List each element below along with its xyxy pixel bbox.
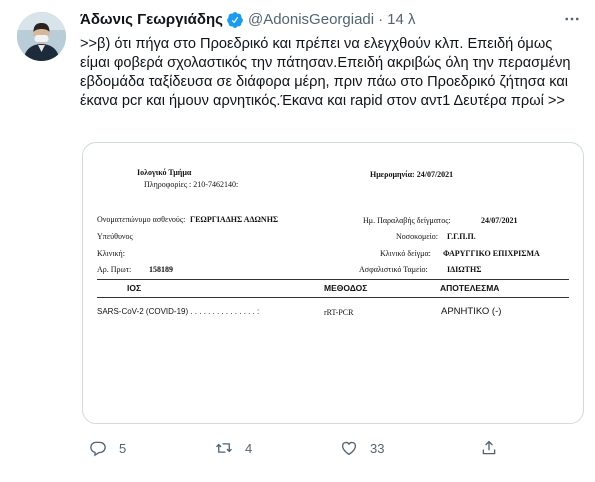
doc-received-label: Ημ. Παραλαβής δείγματος:: [363, 216, 451, 225]
tweet-header: Άδωνις Γεωργιάδης @AdonisGeorgiadi · 14 …: [80, 11, 415, 29]
retweet-icon: [216, 443, 232, 453]
share-icon: [482, 440, 496, 455]
tweet[interactable]: Άδωνις Γεωργιάδης @AdonisGeorgiadi · 14 …: [0, 0, 595, 482]
doc-date: Ημερομηνία: 24/07/2021: [370, 170, 454, 179]
doc-received-value: 24/07/2021: [481, 216, 518, 225]
doc-table-header-rule: [97, 297, 569, 298]
verified-icon: [226, 11, 244, 29]
avatar-image: [17, 12, 66, 61]
doc-row-result: ΑΡΝΗΤΙΚΟ (-): [441, 306, 502, 317]
retweet-count: 4: [245, 440, 253, 456]
doc-department: Ιολογικό Τμήμα: [137, 168, 192, 177]
doc-sample-value: ΦΑΡΥΓΓΙΚΟ ΕΠΙΧΡΙΣΜΑ: [443, 249, 540, 258]
doc-protocol-value: 158189: [149, 265, 173, 274]
doc-patient-label: Ονοματεπώνυμο ασθενούς:: [97, 215, 186, 224]
doc-row-method: rRT-PCR: [324, 308, 354, 317]
tweet-timestamp[interactable]: 14 λ: [387, 11, 415, 29]
more-icon[interactable]: [561, 8, 583, 30]
doc-sample-label: Κλινικό δείγμα:: [380, 249, 431, 258]
doc-responsible-label: Υπεύθυνος: [97, 232, 133, 241]
retweet-button[interactable]: 4: [215, 439, 252, 457]
tweet-text: >>β) ότι πήγα στο Προεδρικό και πρέπει ν…: [80, 36, 571, 109]
author-name[interactable]: Άδωνις Γεωργιάδης: [80, 11, 223, 29]
doc-hospital-label: Νοσοκομείο:: [396, 232, 438, 241]
doc-info: Πληροφορίες : 210-7462140:: [144, 180, 239, 189]
reply-count: 5: [119, 440, 127, 456]
tweet-image[interactable]: Ιολογικό Τμήμα Πληροφορίες : 210-7462140…: [82, 142, 584, 424]
reply-button[interactable]: 5: [89, 439, 126, 457]
doc-clinic-label: Κλινική:: [97, 249, 125, 258]
avatar[interactable]: [17, 12, 66, 61]
separator-dot: ·: [378, 11, 384, 28]
doc-col-virus: ΙΟΣ: [127, 283, 142, 293]
doc-protocol-label: Αρ. Πρωτ:: [97, 265, 132, 274]
author-handle[interactable]: @AdonisGeorgiadi: [248, 11, 374, 29]
like-button[interactable]: 33: [340, 439, 384, 457]
like-count: 33: [370, 440, 385, 456]
doc-hospital-value: Γ.Γ.Π.Π.: [447, 232, 476, 241]
doc-insurance-label: Ασφαλιστικό Ταμείο:: [359, 265, 428, 274]
tweet-actions: 5 4 33: [80, 439, 580, 459]
doc-col-method: ΜΕΘΟΔΟΣ: [324, 283, 368, 293]
doc-insurance-value: ΙΔΙΩΤΗΣ: [447, 265, 482, 274]
share-button[interactable]: [480, 439, 510, 457]
doc-table-top-rule: [97, 279, 569, 280]
doc-col-result: ΑΠΟΤΕΛΕΣΜΑ: [440, 283, 500, 293]
reply-icon: [90, 441, 106, 457]
like-icon: [341, 441, 357, 456]
doc-row-virus: SARS-CoV-2 (COVID-19) . . . . . . . . . …: [97, 307, 260, 316]
lab-report: Ιολογικό Τμήμα Πληροφορίες : 210-7462140…: [83, 143, 583, 423]
doc-patient-value: ΓΕΩΡΓΙΑΔΗΣ ΑΔΩΝΗΣ: [190, 215, 279, 224]
